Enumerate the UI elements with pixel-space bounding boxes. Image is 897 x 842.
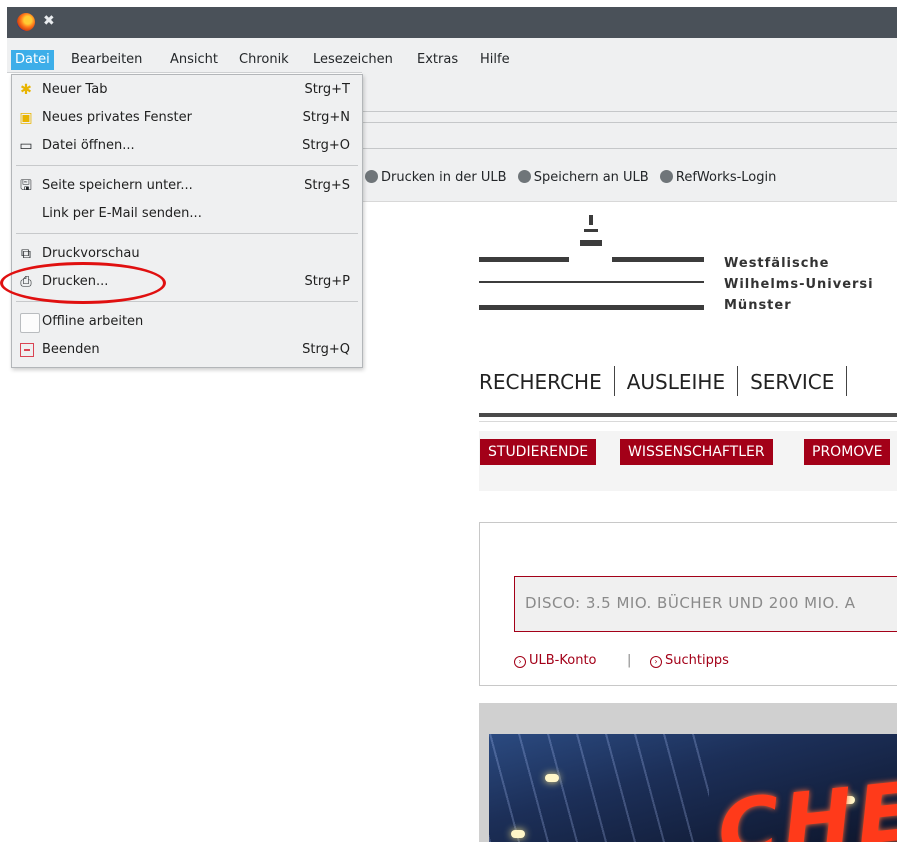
menu-item-private-window[interactable]: ▣ Neues privates Fenster Strg+N [12, 105, 362, 131]
annotation-ellipse [0, 262, 166, 304]
logo-text-line-3: Münster [724, 298, 792, 313]
street-lamp [545, 774, 559, 782]
menu-separator [16, 233, 358, 234]
private-window-icon: ▣ [19, 110, 33, 126]
pin-icon[interactable]: ✖ [43, 13, 55, 29]
tag-wissenschaftler[interactable]: WISSENSCHAFTLER [620, 439, 773, 465]
link-separator: | [627, 653, 632, 668]
nav-divider [613, 366, 615, 396]
logo-line [479, 305, 704, 310]
logo-mark-top [589, 215, 593, 225]
menu-datei[interactable]: Datei [11, 50, 54, 70]
menu-item-quit[interactable]: Beenden Strg+Q [12, 337, 362, 363]
globe-icon [659, 170, 673, 183]
save-icon: 🖫 [20, 178, 32, 194]
chevron-right-circle-icon: › [514, 656, 526, 668]
globe-icon [517, 170, 531, 183]
logo-line [479, 281, 704, 283]
menu-hilfe[interactable]: Hilfe [476, 50, 514, 70]
disco-search-input[interactable]: DISCO: 3.5 MIO. BÜCHER UND 200 MIO. A [514, 576, 897, 632]
window-titlebar: ✖ [7, 7, 897, 38]
logo-line [612, 257, 704, 262]
toolbar-divider [362, 111, 897, 112]
chevron-right-circle-icon: › [650, 656, 662, 668]
menu-ansicht[interactable]: Ansicht [166, 50, 222, 70]
menu-chronik[interactable]: Chronik [235, 50, 293, 70]
hero-image[interactable]: CHE [489, 734, 897, 842]
search-placeholder: DISCO: 3.5 MIO. BÜCHER UND 200 MIO. A [525, 594, 856, 612]
nav-divider [737, 366, 739, 396]
suchtipps-link[interactable]: › Suchtipps [650, 653, 729, 668]
nav-underline-thin [479, 421, 897, 422]
firefox-logo-icon [17, 13, 35, 31]
logo-mark [584, 229, 598, 232]
menu-item-new-tab[interactable]: ✱ Neuer Tab Strg+T [12, 77, 362, 103]
menu-item-open-file[interactable]: ▭ Datei öffnen... Strg+O [12, 133, 362, 159]
menu-item-save-page[interactable]: 🖫 Seite speichern unter... Strg+S [12, 173, 362, 199]
menu-item-email-link[interactable]: Link per E-Mail senden... [12, 201, 362, 227]
hero-image-frame: CHE [479, 703, 897, 842]
content-top-border [362, 201, 897, 202]
street-lamp [511, 830, 525, 838]
globe-icon [365, 170, 378, 183]
facade-grid [489, 734, 709, 842]
print-preview-icon: ⧉ [21, 246, 31, 262]
menu-extras[interactable]: Extras [413, 50, 462, 70]
tag-promovierende[interactable]: PROMOVE [804, 439, 891, 465]
bookmark-speichern-ulb[interactable]: Speichern an ULB [515, 170, 653, 185]
menu-separator [16, 165, 358, 166]
menu-item-offline[interactable]: Offline arbeiten [12, 309, 362, 335]
offline-checkbox[interactable] [20, 313, 40, 333]
menu-bearbeiten[interactable]: Bearbeiten [67, 50, 146, 70]
nav-recherche[interactable]: RECHERCHE [479, 370, 602, 394]
logo-mark [580, 240, 602, 246]
quit-icon [20, 343, 34, 357]
main-navigation: RECHERCHE AUSLEIHE SERVICE [479, 366, 859, 396]
logo-text-line-2: Wilhelms-Universi [724, 277, 874, 292]
urlbar-top-border [362, 122, 897, 123]
bookmarks-toolbar: Drucken in der ULB Speichern an ULB RefW… [362, 170, 780, 185]
logo-line [479, 257, 569, 262]
bookmark-drucken-ulb[interactable]: Drucken in der ULB [362, 170, 511, 185]
urlbar-bottom-border [362, 148, 897, 149]
menu-lesezeichen[interactable]: Lesezeichen [309, 50, 397, 70]
nav-divider [846, 366, 848, 396]
nav-ausleihe[interactable]: AUSLEIHE [627, 370, 725, 394]
file-menu-dropdown: ✱ Neuer Tab Strg+T ▣ Neues privates Fens… [11, 74, 363, 368]
folder-icon: ▭ [19, 138, 33, 154]
new-tab-icon: ✱ [20, 82, 32, 98]
menubar: Datei Bearbeiten Ansicht Chronik Lesezei… [7, 38, 897, 73]
tag-studierende[interactable]: STUDIERENDE [480, 439, 597, 465]
nav-service[interactable]: SERVICE [750, 370, 834, 394]
ulb-konto-link[interactable]: › ULB-Konto [514, 653, 597, 668]
nav-underline [479, 413, 897, 417]
bookmark-refworks-login[interactable]: RefWorks-Login [657, 170, 780, 185]
logo-text-line-1: Westfälische [724, 256, 830, 271]
